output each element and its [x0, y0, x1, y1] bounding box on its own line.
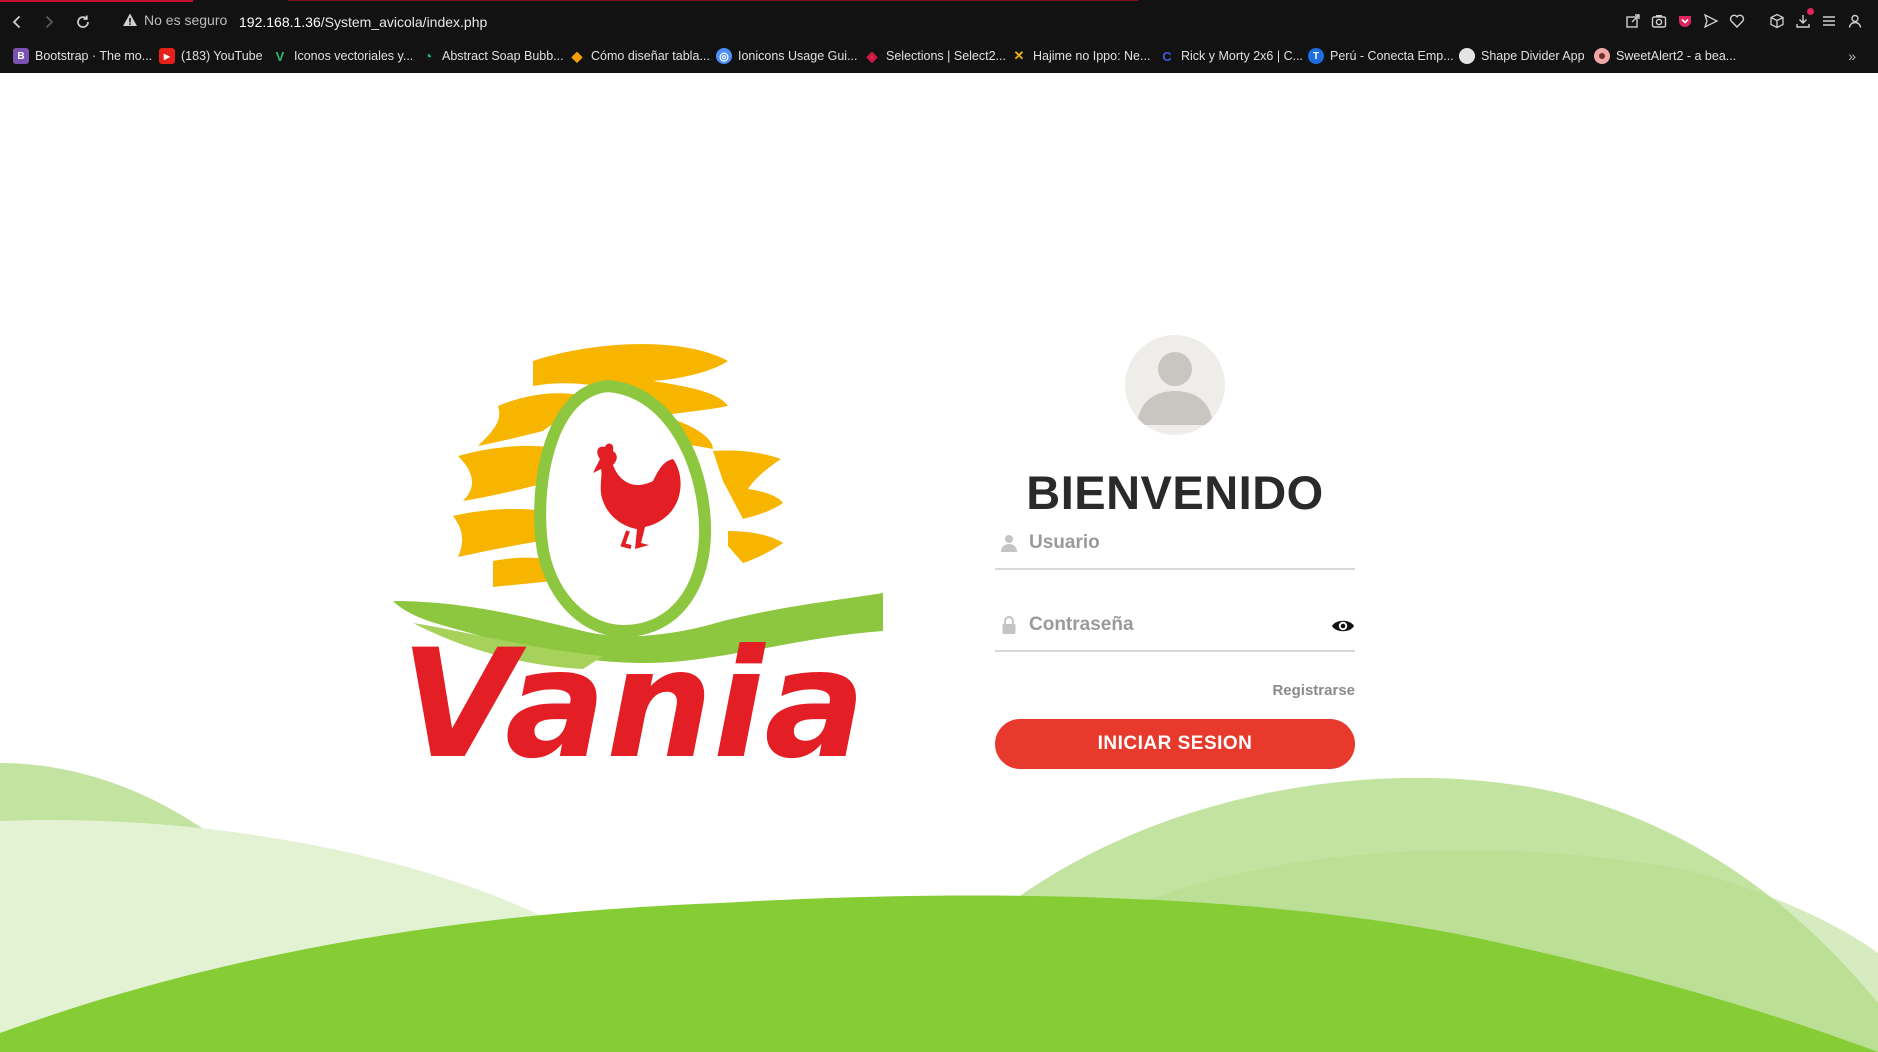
- snapshot-button[interactable]: [1650, 10, 1668, 32]
- share-button[interactable]: [1624, 10, 1642, 32]
- sweetalert-favicon-icon: [1594, 48, 1610, 64]
- bookmark-label: Cómo diseñar tabla...: [591, 49, 710, 63]
- bookmark-item[interactable]: ✕ Hajime no Ippo: Ne...: [1011, 46, 1150, 66]
- url-path: /System_avicola/index.php: [320, 14, 488, 30]
- bookmark-item[interactable]: ◆ Cómo diseñar tabla...: [569, 46, 710, 66]
- bookmark-item[interactable]: ◔ Abstract Soap Bubb...: [420, 46, 564, 66]
- bookmark-label: SweetAlert2 - a bea...: [1616, 49, 1737, 63]
- bookmark-label: Abstract Soap Bubb...: [442, 49, 564, 63]
- send-button[interactable]: [1702, 10, 1720, 32]
- bookmark-label: Rick y Morty 2x6 | C...: [1181, 49, 1304, 63]
- username-field-wrapper: [995, 520, 1355, 570]
- wave-background: [0, 763, 1878, 1052]
- extensions-button[interactable]: [1768, 10, 1786, 32]
- camera-icon: [1651, 15, 1667, 28]
- send-icon: [1703, 13, 1719, 29]
- bookmark-label: Selections | Select2...: [886, 49, 1006, 63]
- reload-icon: [77, 15, 89, 28]
- bookmark-item[interactable]: ◎ Ionicons Usage Gui...: [716, 46, 858, 66]
- settings-lines-icon: [1823, 16, 1835, 26]
- warning-icon: [123, 13, 137, 26]
- vector-favicon-icon: V: [272, 48, 288, 64]
- peru-favicon-icon: T: [1308, 48, 1324, 64]
- diamond-favicon-icon: ◆: [569, 48, 585, 64]
- bookmark-item[interactable]: ◈ Selections | Select2...: [864, 46, 1006, 66]
- bookmark-item[interactable]: T Perú - Conecta Emp...: [1308, 46, 1454, 66]
- show-password-eye-icon[interactable]: [1331, 616, 1355, 636]
- user-avatar-icon: [1137, 352, 1213, 425]
- bookmark-label: Hajime no Ippo: Ne...: [1033, 49, 1151, 63]
- select2-favicon-icon: ◈: [864, 48, 880, 64]
- bookmark-item[interactable]: ▶ (183) YouTube: [159, 46, 263, 66]
- pocket-button[interactable]: [1676, 10, 1694, 32]
- downloads-button[interactable]: [1794, 8, 1814, 32]
- bookmark-item[interactable]: Shape Divider App: [1459, 46, 1585, 66]
- back-button[interactable]: [5, 10, 29, 34]
- bookmark-label: Shape Divider App: [1481, 49, 1585, 63]
- favorites-button[interactable]: [1728, 10, 1746, 32]
- ionicons-favicon-icon: ◎: [716, 48, 732, 64]
- more-bookmarks-chevron-icon[interactable]: »: [1848, 48, 1856, 64]
- security-label: No es seguro: [144, 12, 228, 28]
- logo-brand-text: Vania: [400, 618, 865, 771]
- user-icon: [1848, 14, 1862, 28]
- bookmark-label: (183) YouTube: [181, 49, 263, 63]
- login-submit-button[interactable]: INICIAR SESION: [995, 719, 1355, 769]
- youtube-favicon-icon: ▶: [159, 48, 175, 64]
- page-title: BIENVENIDO: [1026, 466, 1324, 519]
- toolbar-icons: [1624, 8, 1864, 32]
- user-icon: [1001, 535, 1017, 552]
- cube-icon: [1770, 13, 1784, 29]
- address-bar-row: No es seguro 192.168.1.36/System_avicola…: [0, 2, 1878, 42]
- bookmark-item[interactable]: SweetAlert2 - a bea...: [1594, 46, 1736, 66]
- bookmark-label: Iconos vectoriales y...: [294, 49, 414, 63]
- soap-bubble-favicon-icon: ◔: [420, 48, 436, 64]
- easy-setup-button[interactable]: [1820, 10, 1838, 32]
- lock-icon: [1002, 616, 1016, 634]
- egg-chicken-logo-icon: Vania: [393, 344, 883, 792]
- download-icon: [1796, 15, 1810, 28]
- reload-button[interactable]: [71, 10, 95, 34]
- password-field-wrapper: [995, 602, 1355, 652]
- url-field[interactable]: 192.168.1.36/System_avicola/index.php: [239, 14, 487, 30]
- notification-dot: [1807, 8, 1814, 15]
- bookmarks-bar: B Bootstrap · The mo... ▶ (183) YouTube VI…: [0, 42, 1878, 70]
- register-link[interactable]: Registrarse: [1272, 682, 1355, 699]
- bookmark-item[interactable]: V Iconos vectoriales y...: [272, 46, 413, 66]
- login-page: Vania BIENVENIDO Registrarse INICIAR SES…: [0, 73, 1878, 1052]
- password-input[interactable]: [1029, 610, 1329, 640]
- hajime-favicon-icon: ✕: [1011, 48, 1027, 64]
- share-icon: [1626, 14, 1640, 28]
- username-input[interactable]: [1029, 528, 1329, 558]
- rick-morty-favicon-icon: C: [1159, 48, 1175, 64]
- url-host: 192.168.1.36: [239, 14, 321, 30]
- brand-logo: Vania: [383, 331, 883, 792]
- bookmark-item[interactable]: C Rick y Morty 2x6 | C...: [1159, 46, 1303, 66]
- browser-chrome: No es seguro 192.168.1.36/System_avicola…: [0, 0, 1878, 73]
- heart-icon: [1729, 14, 1745, 29]
- bookmark-label: Perú - Conecta Emp...: [1330, 49, 1454, 63]
- bookmark-label: Ionicons Usage Gui...: [738, 49, 858, 63]
- forward-arrow-icon: [45, 15, 54, 29]
- profile-button[interactable]: [1846, 10, 1864, 32]
- security-indicator[interactable]: No es seguro: [122, 12, 227, 28]
- forward-button[interactable]: [37, 10, 61, 34]
- shape-divider-favicon-icon: [1459, 48, 1475, 64]
- bookmark-label: Bootstrap · The mo...: [35, 49, 153, 63]
- pocket-icon: [1679, 16, 1691, 27]
- bookmark-item[interactable]: B Bootstrap · The mo...: [13, 46, 152, 66]
- avatar: [1125, 335, 1225, 435]
- bootstrap-favicon-icon: B: [13, 48, 29, 64]
- loading-indicator: [288, 0, 1138, 1]
- back-arrow-icon: [12, 15, 21, 29]
